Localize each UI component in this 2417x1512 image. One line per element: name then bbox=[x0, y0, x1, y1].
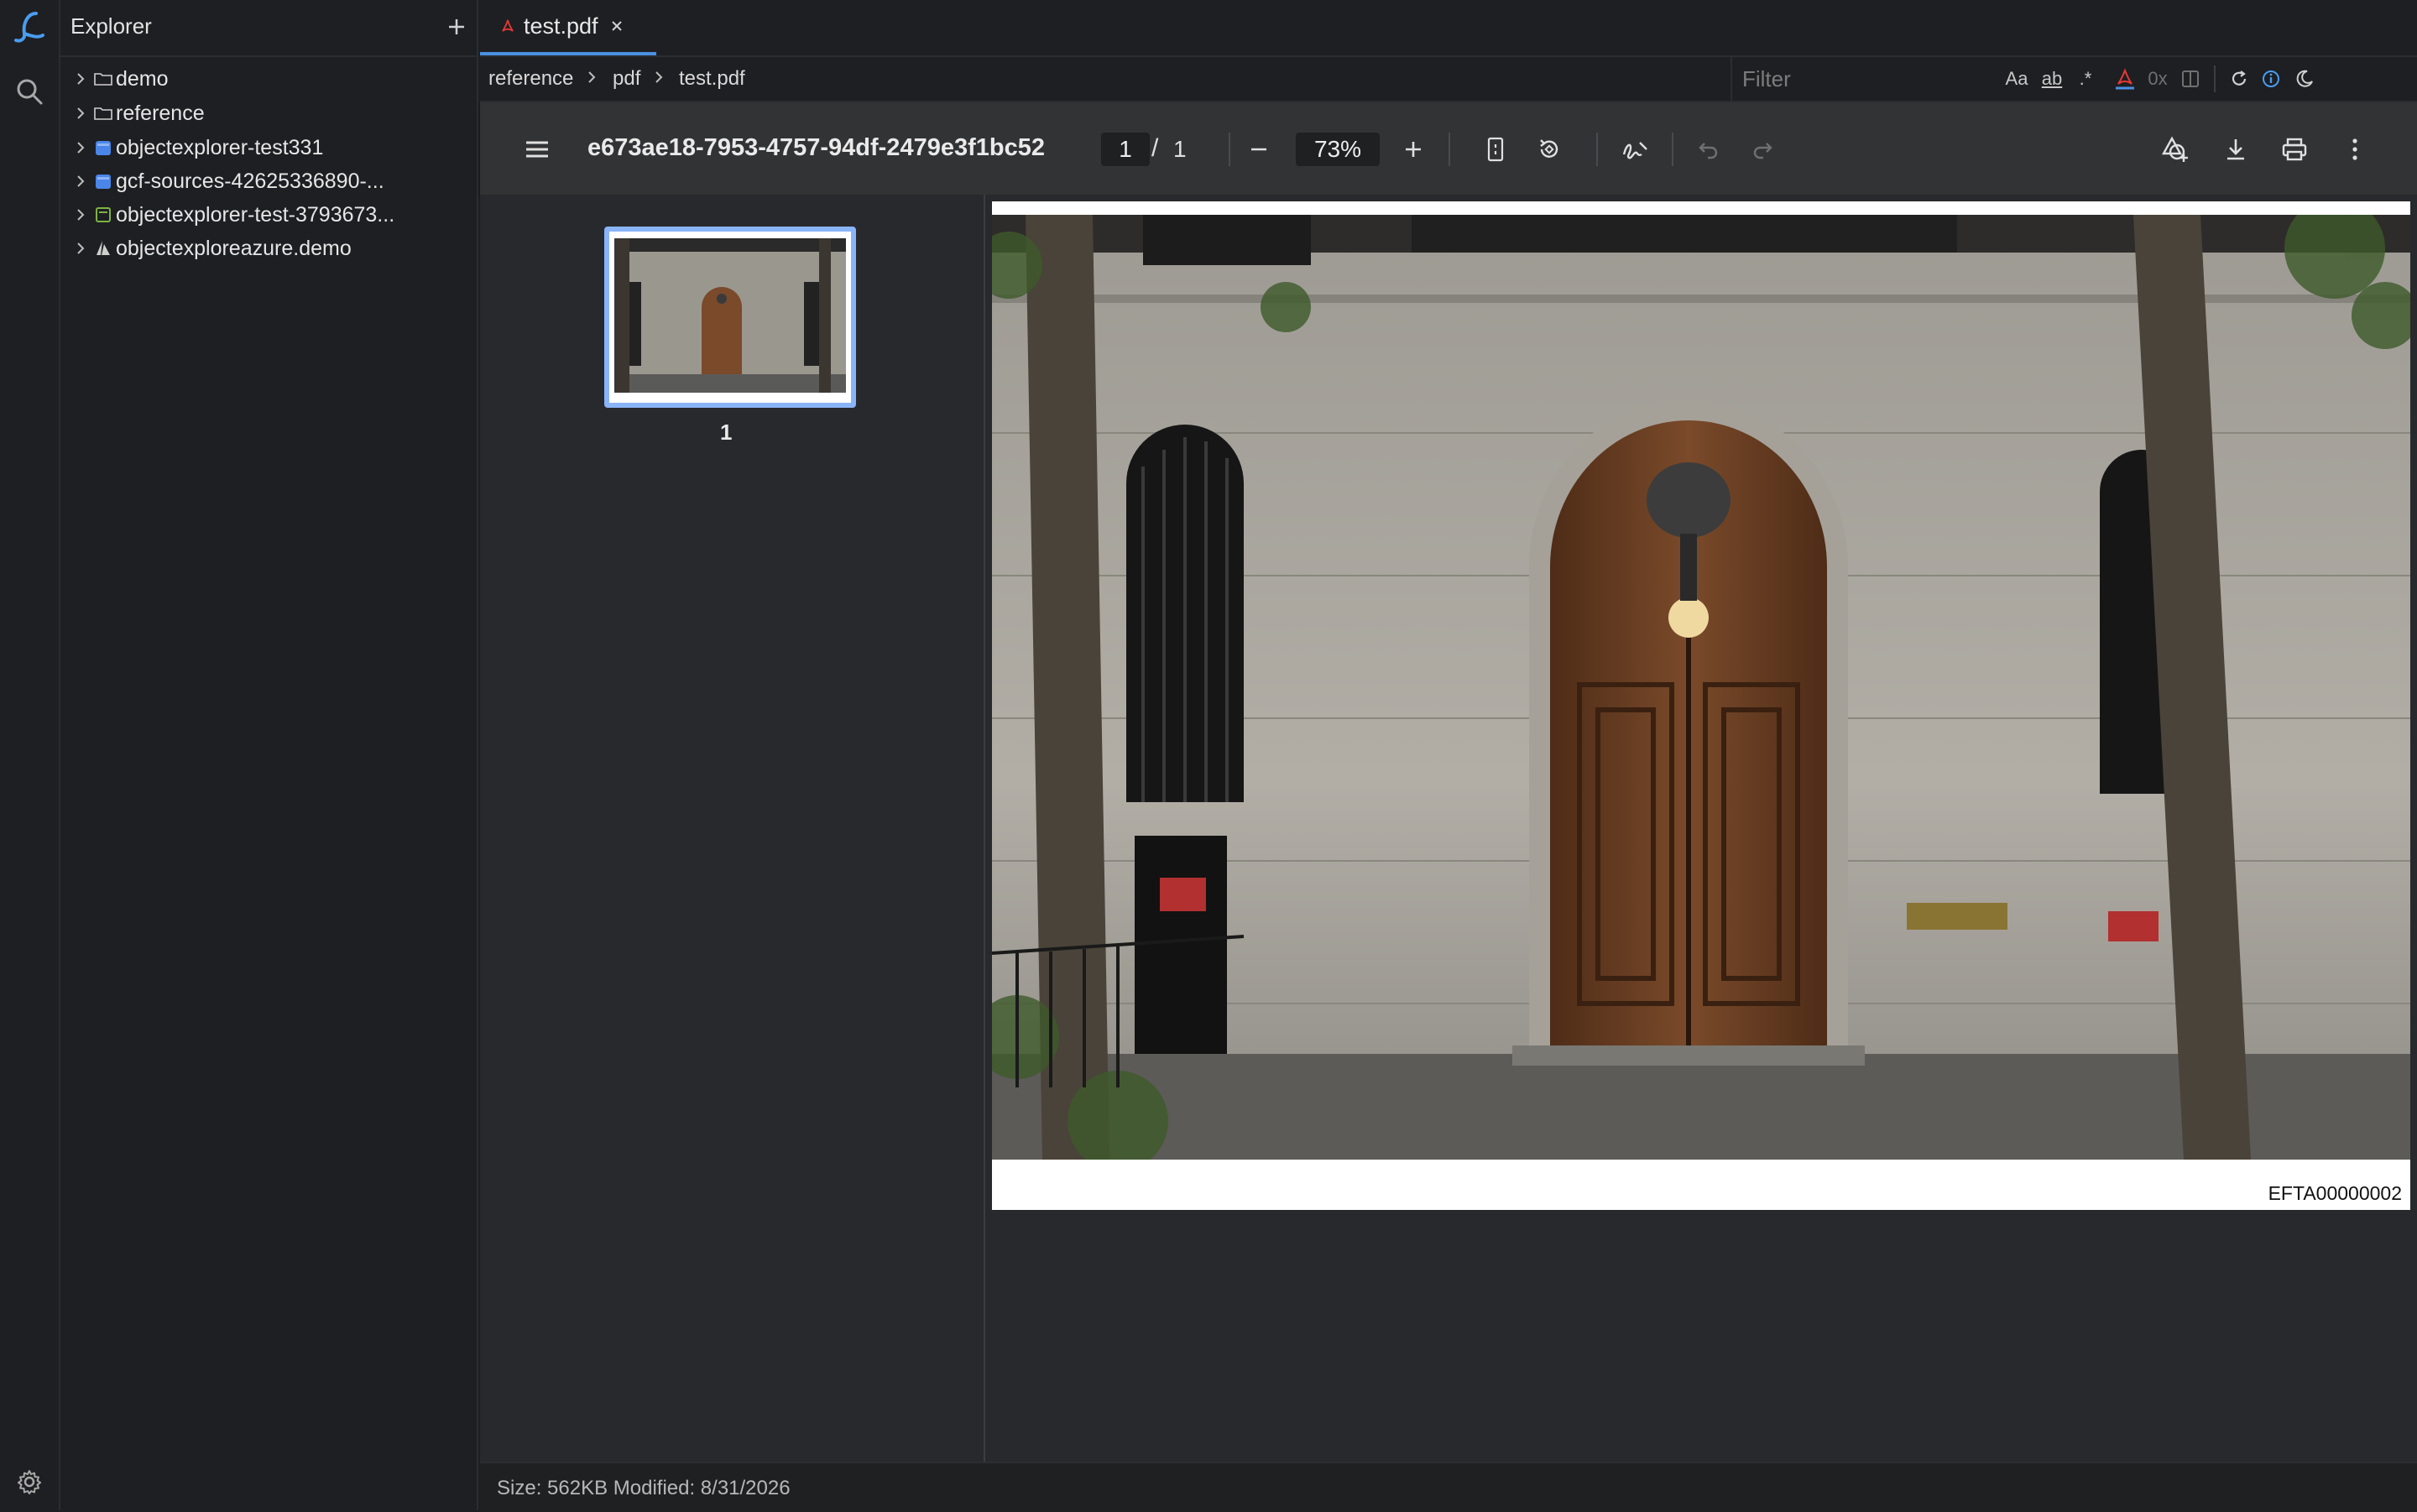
tab-label: test.pdf bbox=[524, 13, 598, 39]
chevron-right-icon[interactable] bbox=[70, 242, 91, 255]
tree-item-objectexploreazure-demo[interactable]: objectexploreazure.demo bbox=[60, 232, 477, 265]
chevron-right-icon[interactable] bbox=[70, 208, 91, 222]
pdf-viewer: EFTA00000002 bbox=[985, 195, 2417, 1462]
add-connection-button[interactable] bbox=[441, 12, 472, 42]
toolbar-divider bbox=[2214, 65, 2216, 92]
explorer-title: Explorer bbox=[70, 13, 152, 39]
draw-signature-icon[interactable] bbox=[1618, 133, 1652, 166]
theme-moon-icon[interactable] bbox=[2291, 65, 2318, 92]
page-number-input[interactable] bbox=[1101, 133, 1150, 166]
filter-input[interactable] bbox=[1741, 64, 1987, 94]
chevron-right-icon bbox=[655, 70, 663, 84]
chevron-right-icon[interactable] bbox=[70, 72, 91, 86]
azure-icon bbox=[92, 239, 114, 258]
search-icon[interactable] bbox=[0, 70, 59, 112]
zoom-in-button[interactable] bbox=[1396, 133, 1430, 166]
activity-bar bbox=[0, 0, 60, 1510]
undo-icon[interactable] bbox=[1692, 133, 1725, 166]
explorer-header: Explorer bbox=[60, 0, 477, 57]
page-thumbnail[interactable] bbox=[604, 227, 856, 408]
chevron-right-icon bbox=[587, 70, 596, 84]
editor-tab-bar: test.pdf bbox=[480, 0, 2417, 57]
toolbar-divider bbox=[1449, 133, 1450, 166]
bucket-icon bbox=[92, 138, 114, 157]
tree-item-label: gcf-sources-42625336890-... bbox=[116, 169, 384, 193]
plus-icon bbox=[1406, 142, 1421, 157]
tree-item-gcf-sources[interactable]: gcf-sources-42625336890-... bbox=[60, 164, 477, 198]
toolbar-divider bbox=[1596, 133, 1598, 166]
hex-view-toggle[interactable]: 0x bbox=[2145, 65, 2170, 92]
breadcrumb-reference[interactable]: reference bbox=[488, 67, 573, 91]
bucket-icon bbox=[92, 172, 114, 190]
thumbnail-page-number: 1 bbox=[720, 420, 733, 445]
thumbnail-sidebar: 1 bbox=[480, 195, 985, 1462]
pdf-icon bbox=[500, 18, 515, 34]
pdf-page: EFTA00000002 bbox=[992, 201, 2410, 1210]
tree-item-reference[interactable]: reference bbox=[60, 96, 477, 130]
folder-icon bbox=[92, 106, 114, 121]
tree-item-label: reference bbox=[116, 101, 205, 125]
chevron-right-icon[interactable] bbox=[70, 175, 91, 188]
tree-item-objectexplorer-test-3793673[interactable]: objectexplorer-test-3793673... bbox=[60, 198, 477, 232]
match-case-toggle[interactable]: Aa bbox=[2002, 65, 2031, 92]
minus-icon bbox=[1251, 148, 1266, 151]
tree-item-label: objectexplorer-test331 bbox=[116, 135, 324, 159]
rotate-icon[interactable] bbox=[1532, 133, 1566, 166]
pdf-view-icon[interactable] bbox=[2110, 65, 2140, 92]
more-options-icon[interactable] bbox=[2336, 131, 2373, 168]
tree-item-demo[interactable]: demo bbox=[60, 62, 477, 96]
close-tab-icon[interactable] bbox=[610, 19, 624, 33]
toolbar-divider bbox=[1229, 133, 1230, 166]
filter-box bbox=[1731, 57, 1992, 101]
redo-icon[interactable] bbox=[1746, 133, 1779, 166]
download-icon[interactable] bbox=[2217, 131, 2254, 168]
breadcrumb-test-pdf[interactable]: test.pdf bbox=[679, 67, 745, 91]
page-stamp: EFTA00000002 bbox=[2268, 1182, 2402, 1204]
print-icon[interactable] bbox=[2276, 131, 2313, 168]
tree-item-objectexplorer-test331[interactable]: objectexplorer-test331 bbox=[60, 131, 477, 164]
app-logo-icon[interactable] bbox=[0, 7, 59, 49]
menu-icon[interactable] bbox=[519, 131, 556, 168]
info-icon[interactable] bbox=[2258, 65, 2284, 92]
chevron-right-icon[interactable] bbox=[70, 107, 91, 120]
zoom-out-button[interactable] bbox=[1242, 133, 1276, 166]
tree-item-label: demo bbox=[116, 66, 169, 91]
zoom-level[interactable]: 73% bbox=[1296, 133, 1380, 166]
tree-item-label: objectexplorer-test-3793673... bbox=[116, 202, 395, 227]
storage-icon bbox=[92, 206, 114, 224]
split-view-icon[interactable] bbox=[2177, 65, 2204, 92]
page-separator: / bbox=[1151, 134, 1159, 162]
whole-word-toggle[interactable]: ab bbox=[2038, 65, 2066, 92]
settings-gear-icon[interactable] bbox=[0, 1463, 59, 1500]
breadcrumb-bar: reference pdf test.pdf Aa ab .* 0x bbox=[480, 57, 2417, 102]
breadcrumb-pdf[interactable]: pdf bbox=[613, 67, 640, 91]
tab-test-pdf[interactable]: test.pdf bbox=[480, 0, 656, 55]
document-title: e673ae18-7953-4757-94df-2479e3f1bc52 bbox=[587, 134, 1045, 161]
explorer-panel: Explorer demo reference objectexplorer-t… bbox=[60, 0, 478, 1510]
fit-page-icon[interactable] bbox=[1479, 133, 1512, 166]
regex-toggle[interactable]: .* bbox=[2073, 65, 2098, 92]
refresh-icon[interactable] bbox=[2226, 65, 2253, 92]
toolbar-divider bbox=[1672, 133, 1673, 166]
status-bar: Size: 562KB Modified: 8/31/2026 bbox=[480, 1462, 2417, 1512]
chevron-right-icon[interactable] bbox=[70, 141, 91, 154]
plus-icon bbox=[449, 19, 464, 34]
thumbnail-photo bbox=[609, 238, 851, 403]
status-text: Size: 562KB Modified: 8/31/2026 bbox=[497, 1477, 791, 1499]
page-total: 1 bbox=[1173, 136, 1187, 162]
page-photo bbox=[992, 215, 2410, 1160]
folder-icon bbox=[92, 71, 114, 86]
add-shape-icon[interactable] bbox=[2157, 131, 2194, 168]
pdf-toolbar: e673ae18-7953-4757-94df-2479e3f1bc52 / 1… bbox=[480, 102, 2417, 195]
tree-item-label: objectexploreazure.demo bbox=[116, 236, 352, 260]
